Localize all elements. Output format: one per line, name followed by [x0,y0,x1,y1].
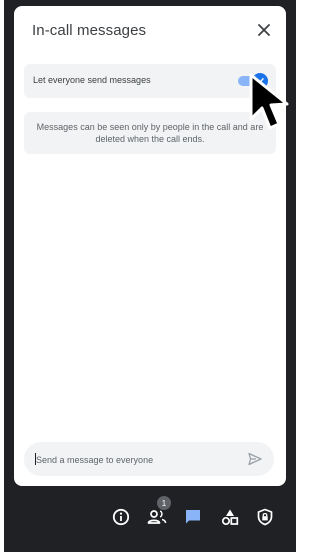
chat-icon [186,510,200,524]
close-icon [258,24,270,36]
participant-count-badge: 1 [157,496,171,510]
toggle-label: Let everyone send messages [33,75,151,85]
privacy-notice: Messages can be seen only by people in t… [24,112,276,154]
meeting-details-button[interactable] [110,506,132,528]
send-button[interactable] [246,450,264,468]
close-button[interactable] [254,20,274,40]
message-composer [24,442,274,476]
host-controls-button[interactable] [254,506,276,528]
info-icon [112,508,130,526]
panel-title: In-call messages [32,22,147,39]
messaging-permission-row: Let everyone send messages [24,64,276,98]
host-controls-icon [257,508,273,526]
activities-icon [221,509,239,526]
message-input[interactable] [34,451,238,469]
send-icon [248,452,262,466]
window-edge [0,0,4,552]
mouse-pointer-icon [249,73,289,130]
activities-button[interactable] [219,506,241,528]
chat-button[interactable] [182,506,204,528]
in-call-messages-panel: In-call messages Let everyone send messa… [14,6,286,486]
people-icon [147,510,167,524]
